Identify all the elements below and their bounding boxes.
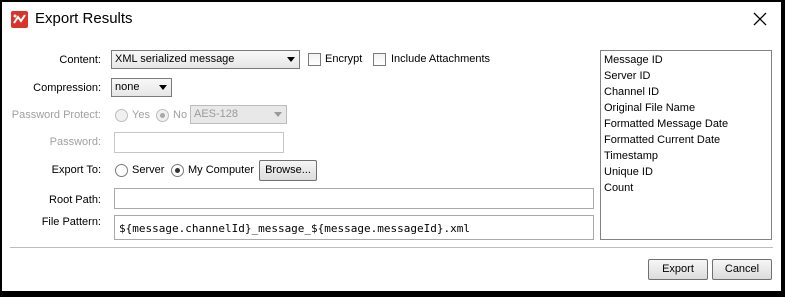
divider <box>10 247 773 248</box>
chevron-down-icon <box>159 85 167 90</box>
export-to-label: Export To: <box>51 164 101 176</box>
mirth-app-icon <box>11 11 28 28</box>
chevron-down-icon <box>274 112 282 117</box>
export-to-server-label: Server <box>132 164 165 176</box>
include-attachments-checkbox[interactable] <box>373 53 386 66</box>
content-dropdown[interactable]: XML serialized message <box>111 50 300 69</box>
encrypt-label: Encrypt <box>325 53 363 65</box>
title-bar: Export Results <box>2 2 781 36</box>
content-dropdown-value: XML serialized message <box>115 53 235 65</box>
compression-dropdown[interactable]: none <box>111 78 172 97</box>
password-protect-yes-label: Yes <box>132 109 150 121</box>
export-button[interactable]: Export <box>648 259 708 280</box>
file-pattern-field[interactable]: ${message.channelId}_message_${message.m… <box>114 215 594 240</box>
password-field[interactable] <box>114 132 284 153</box>
export-to-server-radio[interactable] <box>115 164 128 177</box>
export-to-my-computer-radio[interactable] <box>171 164 184 177</box>
compression-label: Compression: <box>33 82 101 94</box>
encrypt-checkbox[interactable] <box>308 53 321 66</box>
file-pattern-label: File Pattern: <box>41 216 101 228</box>
password-label: Password: <box>49 136 101 148</box>
export-results-dialog: Export Results Content: XML serialized m… <box>2 2 781 291</box>
chevron-down-icon <box>287 57 295 62</box>
dialog-title: Export Results <box>35 10 133 27</box>
list-item[interactable]: Original File Name <box>604 102 695 114</box>
compression-dropdown-value: none <box>115 81 140 93</box>
close-icon[interactable] <box>749 8 771 30</box>
password-protect-yes-radio[interactable] <box>115 109 128 122</box>
content-label: Content: <box>59 54 101 66</box>
cancel-button[interactable]: Cancel <box>712 259 772 280</box>
encryption-algorithm-dropdown[interactable]: AES-128 <box>190 105 287 124</box>
list-item[interactable]: Server ID <box>604 70 650 82</box>
password-protect-label: Password Protect: <box>11 109 101 121</box>
file-pattern-field-value: ${message.channelId}_message_${message.m… <box>119 222 470 235</box>
list-item[interactable]: Count <box>604 182 633 194</box>
root-path-label: Root Path: <box>49 194 101 206</box>
list-item[interactable]: Message ID <box>604 54 663 66</box>
password-protect-no-label: No <box>173 109 188 121</box>
browse-button[interactable]: Browse... <box>259 160 317 181</box>
root-path-field[interactable] <box>114 188 594 209</box>
encryption-algorithm-value: AES-128 <box>194 108 239 120</box>
include-attachments-label: Include Attachments <box>391 53 491 65</box>
export-to-my-computer-label: My Computer <box>188 164 255 176</box>
list-item[interactable]: Timestamp <box>604 150 658 162</box>
list-item[interactable]: Formatted Current Date <box>604 134 720 146</box>
list-item[interactable]: Channel ID <box>604 86 659 98</box>
variables-list[interactable]: Message ID Server ID Channel ID Original… <box>600 50 772 240</box>
list-item[interactable]: Formatted Message Date <box>604 118 728 130</box>
list-item[interactable]: Unique ID <box>604 166 653 178</box>
password-protect-no-radio[interactable] <box>156 109 169 122</box>
